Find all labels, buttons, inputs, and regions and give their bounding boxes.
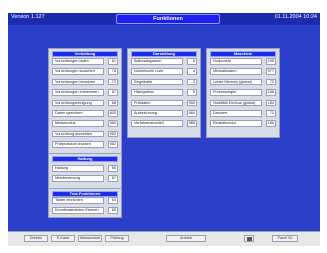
row-label: Aufzeichnung	[131, 110, 183, 117]
row-value: 5	[187, 89, 197, 96]
row-label: Drucken	[210, 110, 262, 117]
row-maschine[interactable]: Einstellmodul 189	[210, 120, 276, 127]
row-value: 953	[108, 130, 118, 138]
version-label: Version 1.127	[11, 14, 45, 20]
panel-heading-maschine: Maschine	[210, 51, 276, 57]
row-testfunktionen[interactable]: Koordinatenlisten Ebenen 65	[52, 207, 118, 214]
row-darstellung[interactable]: Numerische Liste 4	[131, 68, 197, 75]
row-maschine[interactable]: Stabilität Ein/Aus (global) 184	[210, 99, 276, 107]
row-label: Vorrichtungsreinigung	[52, 99, 104, 107]
row-darstellung[interactable]: Regelkarte 3	[131, 78, 197, 86]
row-label: Ballondiagramm	[131, 58, 183, 65]
row-darstellung[interactable]: Ballondiagramm 8	[131, 58, 197, 65]
row-value: 960	[108, 120, 118, 127]
row-verkettung[interactable]: Vorrichtungen tauschen 76	[52, 68, 118, 75]
save-icon	[246, 237, 252, 241]
row-darstellung[interactable]: Prüfdaten 950	[131, 99, 197, 107]
row-verkettung[interactable]: Vorrichtungen benutzen 72	[52, 78, 118, 86]
row-maschine[interactable]: Nullpunkte 198	[210, 58, 276, 65]
row-maschine[interactable]: Prozessregler 188	[210, 89, 276, 96]
row-value: 984	[187, 110, 197, 117]
row-darstellung[interactable]: Histogramm 5	[131, 89, 197, 96]
row-value: 985	[187, 120, 197, 127]
row-verkettung[interactable]: Prüfprotokoll drucken 952	[52, 141, 118, 148]
row-verkettung[interactable]: Vorrichtungen laden 61	[52, 58, 118, 65]
row-haltung[interactable]: Meisterversorg 67	[52, 175, 118, 182]
row-label: Letzte Memory (global)	[210, 78, 262, 86]
row-value: 189	[266, 120, 276, 127]
row-darstellung[interactable]: Aufzeichnung 984	[131, 110, 197, 117]
row-label: Vorrichtungen entnehmen	[52, 89, 104, 96]
row-maschine[interactable]: Letzte Memory (global) 72	[210, 78, 276, 86]
row-value: 188	[266, 89, 276, 96]
row-label: Meisterversorg	[52, 175, 104, 182]
title-bar: Version 1.127 Funktionen 01.11.2004 10:2…	[8, 13, 320, 25]
row-value: 66	[108, 165, 118, 172]
row-value: 65	[108, 207, 118, 214]
row-label: Vorrichtung anmelden	[52, 130, 104, 138]
bottom-button-antrieb[interactable]: Antrieb	[166, 235, 206, 242]
row-label: Messmodus	[52, 120, 104, 127]
row-value: 977	[266, 68, 276, 75]
row-value: 68	[108, 99, 118, 107]
row-value: 63	[108, 197, 118, 204]
bottom-button-drehen[interactable]: Drehen	[24, 235, 48, 242]
row-value: 67	[108, 175, 118, 182]
row-label: Regelkarte	[131, 78, 183, 86]
row-label: Vorrichtungen tauschen	[52, 68, 104, 75]
row-value: 803	[108, 110, 118, 117]
row-testfunktionen[interactable]: Taster einrichten 63	[52, 197, 118, 204]
row-label: Numerische Liste	[131, 68, 183, 75]
row-verkettung[interactable]: Vorrichtung anmelden 953	[52, 130, 118, 138]
bottom-button-pruefung[interactable]: Prüfung	[105, 235, 129, 242]
row-value: 76	[108, 68, 118, 75]
row-label: Koordinatenlisten Ebenen	[52, 207, 104, 214]
row-label: Stabilität Ein/Aus (global)	[210, 99, 262, 107]
bottom-button-e-karte[interactable]: E-Karte	[51, 235, 75, 242]
row-value: 61	[108, 58, 118, 65]
panel-heading-darstellung: Darstellung	[131, 51, 197, 57]
application-window: Version 1.127 Funktionen 01.11.2004 10:2…	[8, 13, 320, 246]
row-value: 184	[266, 99, 276, 107]
row-value: 952	[108, 141, 118, 148]
row-value: 67	[108, 89, 118, 96]
row-label: Nullpunkte	[210, 58, 262, 65]
row-label: Einstellmodul	[210, 120, 262, 127]
row-value: 3	[187, 78, 197, 86]
bottom-button-messschule[interactable]: Messschule	[78, 235, 102, 242]
row-maschine[interactable]: Messabtasten 977	[210, 68, 276, 75]
row-label: Prüfprotokoll drucken	[52, 141, 104, 148]
bottom-toolbar: Drehen E-Karte Messschule Prüfung Antrie…	[8, 231, 320, 246]
row-verkettung[interactable]: Vorrichtungen entnehmen 67	[52, 89, 118, 96]
row-maschine[interactable]: Drucken 71	[210, 110, 276, 117]
row-label: Haltung	[52, 165, 104, 172]
row-verkettung[interactable]: Messmodus 960	[52, 120, 118, 127]
save-icon-button[interactable]	[244, 235, 254, 242]
row-label: Verfahrensmodell	[131, 120, 183, 127]
row-darstellung[interactable]: Verfahrensmodell 985	[131, 120, 197, 127]
row-value: 950	[187, 99, 197, 107]
panel-heading-haltung: Haltung	[52, 156, 118, 162]
row-value: 4	[187, 68, 197, 75]
datetime-label: 01.11.2004 10:24	[274, 14, 317, 20]
row-haltung[interactable]: Haltung 66	[52, 165, 118, 172]
row-verkettung[interactable]: Vorrichtungsreinigung 68	[52, 99, 118, 107]
row-label: Histogramm	[131, 89, 183, 96]
row-value: 72	[266, 78, 276, 86]
row-label: Prüfdaten	[131, 99, 183, 107]
panel-heading-verkettung: Verkettung	[52, 51, 118, 57]
row-label: Vorrichtungen benutzen	[52, 78, 104, 86]
row-verkettung[interactable]: Daten speichern 803	[52, 110, 118, 117]
row-label: Vorrichtungen laden	[52, 58, 104, 65]
page-title: Funktionen	[116, 14, 220, 24]
row-value: 71	[266, 110, 276, 117]
row-value: 8	[187, 58, 197, 65]
row-label: Prozessregler	[210, 89, 262, 96]
row-label: Daten speichern	[52, 110, 104, 117]
row-value: 72	[108, 78, 118, 86]
bottom-button-panel[interactable]: Panel 02	[272, 235, 298, 242]
row-label: Messabtasten	[210, 68, 262, 75]
row-label: Taster einrichten	[52, 197, 104, 204]
row-value: 198	[266, 58, 276, 65]
